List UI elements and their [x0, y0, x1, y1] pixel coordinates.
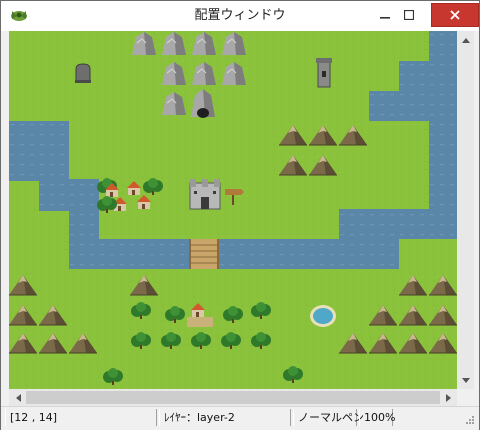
map-tiles[interactable] [9, 31, 457, 389]
bridge[interactable] [189, 239, 219, 269]
arrow-up-icon [461, 37, 470, 43]
status-zoom: 100% [359, 409, 395, 426]
status-layer: ﾚｲﾔｰ：layer-2 [159, 409, 291, 426]
minimize-icon [380, 17, 390, 19]
scroll-down-button[interactable] [457, 372, 474, 389]
horizontal-scroll-thumb[interactable] [26, 391, 440, 404]
scroll-right-button[interactable] [440, 389, 457, 406]
status-pen: ノーマルペン [293, 409, 364, 426]
close-icon [450, 10, 460, 20]
tower[interactable] [316, 58, 332, 88]
arrow-right-icon [445, 393, 451, 402]
map-canvas[interactable] [9, 31, 457, 389]
resize-grip-icon[interactable] [463, 415, 475, 427]
pond[interactable] [310, 305, 336, 327]
vertical-scrollbar[interactable] [457, 31, 474, 389]
scroll-up-button[interactable] [457, 31, 474, 48]
title-bar[interactable]: 配置ウィンドウ [1, 1, 479, 31]
scroll-corner [457, 389, 474, 406]
vertical-scroll-track[interactable] [458, 48, 472, 364]
gravestone[interactable] [75, 63, 91, 83]
maximize-icon [404, 10, 414, 20]
close-button[interactable] [431, 3, 479, 27]
castle[interactable] [189, 179, 221, 210]
placement-window: 配置ウィンドウ [12 , 14] ﾚｲﾔｰ：layer-2 ノーマルペン 10… [0, 0, 480, 430]
horizontal-scrollbar[interactable] [9, 389, 457, 406]
status-bar: [12 , 14] ﾚｲﾔｰ：layer-2 ノーマルペン 100% [1, 406, 479, 430]
arrow-left-icon [15, 393, 21, 402]
status-coords: [12 , 14] [5, 409, 157, 426]
arrow-down-icon [461, 377, 470, 383]
scroll-left-button[interactable] [9, 389, 26, 406]
maximize-button[interactable] [393, 1, 425, 29]
